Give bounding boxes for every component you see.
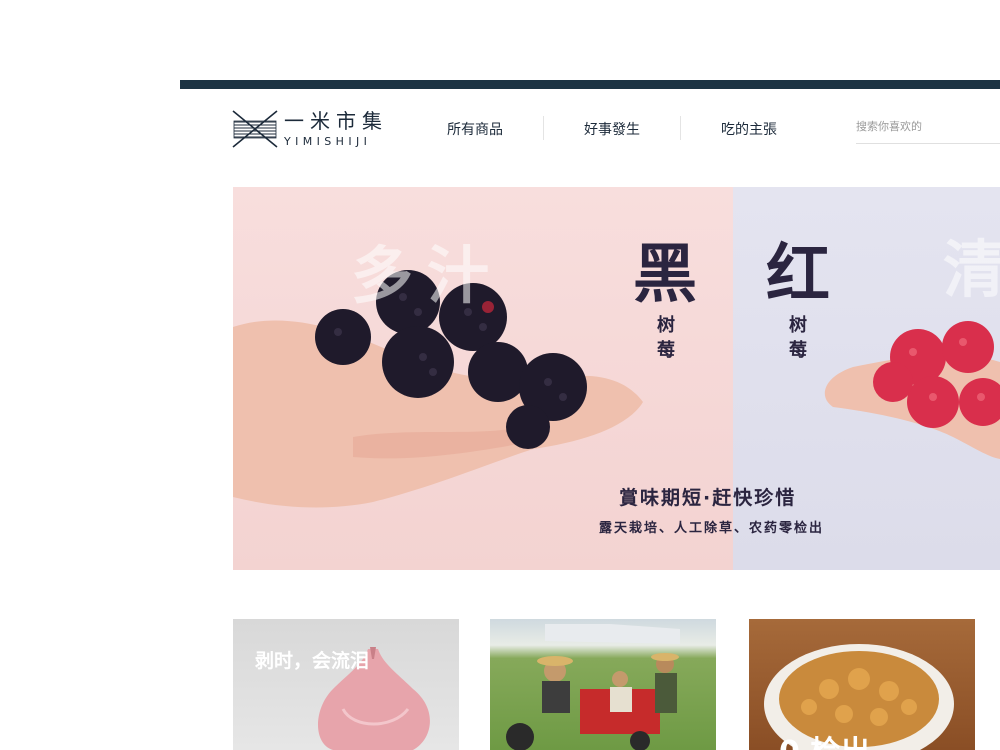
hero-ghost-right: 清: [943, 233, 1000, 306]
card-onion-title: 剥时，会流泪: [255, 650, 370, 672]
hero-subtext: 露天栽培、人工除草、农药零检出: [599, 521, 825, 536]
product-card-farmers[interactable]: [490, 619, 716, 750]
nav-divider: [543, 116, 544, 140]
nav-good-things[interactable]: 好事發生: [584, 119, 640, 139]
onion-image: [318, 647, 430, 750]
hero-right-vertical: 树莓: [789, 315, 807, 361]
brand-logo[interactable]: 一米市集 YIMISHIJI: [232, 107, 392, 153]
site-header: 一米市集 YIMISHIJI 所有商品 好事發生 吃的主張: [180, 89, 1000, 179]
nav-food-stance[interactable]: 吃的主張: [721, 119, 777, 139]
hero-banner[interactable]: 多汁 清 黑 树莓 红 树莓 賞味期短·赶快珍惜 露天栽培、人工除草、农药零检出: [233, 187, 1000, 570]
search-input[interactable]: [856, 116, 996, 133]
hero-left-vertical: 树莓: [657, 315, 675, 361]
card-mushroom-title: 0 检出: [779, 727, 870, 750]
nav-divider: [680, 116, 681, 140]
search-box[interactable]: [856, 115, 1000, 144]
farmers-image: [506, 624, 680, 750]
nav-all-products[interactable]: 所有商品: [447, 119, 503, 139]
hero-left-title: 黑: [633, 238, 697, 312]
brand-name-cn: 一米市集: [284, 109, 388, 133]
product-card-mushroom[interactable]: 0 检出: [749, 619, 975, 750]
brand-name-en: YIMISHIJI: [284, 135, 372, 148]
hero-ghost-left: 多汁: [351, 239, 504, 312]
hero-illustration: [233, 270, 1000, 508]
hero-slogan: 賞味期短·赶快珍惜: [619, 487, 797, 509]
top-accent-bar: [180, 80, 1000, 89]
product-card-onion[interactable]: 剥时，会流泪: [233, 619, 459, 750]
logo-mark-icon: [232, 110, 278, 148]
hero-right-title: 红: [766, 238, 830, 312]
